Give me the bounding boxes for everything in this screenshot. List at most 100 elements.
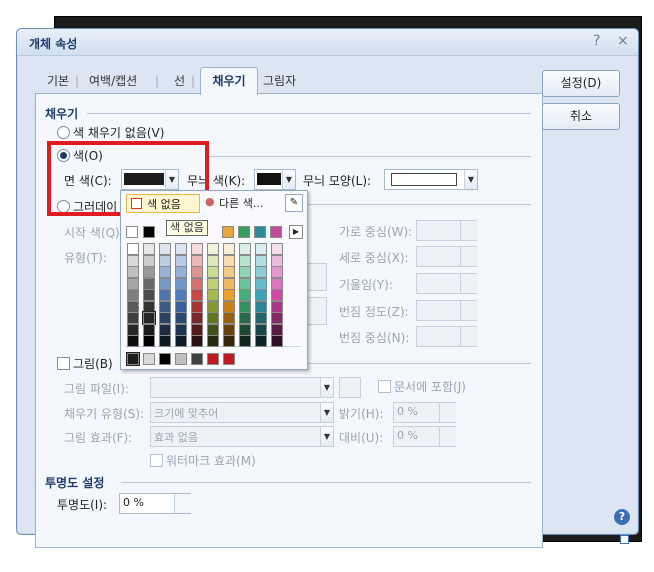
color-swatch[interactable] [127, 277, 139, 290]
color-swatch[interactable] [207, 266, 219, 278]
recent-color-swatch[interactable] [126, 352, 140, 366]
color-swatch[interactable] [271, 323, 283, 336]
color-swatch[interactable] [159, 300, 171, 313]
color-swatch[interactable] [143, 277, 155, 290]
transparency-input[interactable]: 0 % [119, 493, 191, 514]
color-swatch[interactable] [143, 243, 155, 255]
other-colors-button[interactable]: ● 다른 색... [203, 194, 273, 211]
color-swatch[interactable] [255, 243, 267, 255]
color-swatch[interactable] [143, 226, 155, 238]
recent-color-swatch[interactable] [223, 353, 235, 365]
color-swatch[interactable] [143, 266, 155, 278]
spread-input[interactable] [416, 300, 477, 321]
color-swatch[interactable] [175, 323, 187, 336]
color-swatch[interactable] [159, 312, 171, 324]
color-swatch[interactable] [126, 226, 138, 238]
h-center-input[interactable] [416, 220, 477, 241]
color-swatch[interactable] [223, 254, 235, 267]
folder-icon[interactable] [339, 377, 361, 398]
color-swatch[interactable] [255, 323, 267, 336]
color-swatch[interactable] [127, 300, 139, 313]
color-swatch[interactable] [127, 289, 139, 301]
color-swatch[interactable] [239, 335, 251, 347]
color-swatch[interactable] [175, 266, 187, 278]
color-swatch[interactable] [191, 323, 203, 336]
color-swatch[interactable] [159, 277, 171, 290]
recent-color-swatch[interactable] [159, 353, 171, 365]
color-swatch[interactable] [223, 266, 235, 278]
color-swatch[interactable] [255, 289, 267, 301]
color-swatch[interactable] [143, 335, 155, 347]
color-swatch[interactable] [127, 335, 139, 347]
cancel-button[interactable]: 취소 [542, 103, 620, 130]
color-swatch[interactable] [223, 277, 235, 290]
tab-line[interactable]: 선 [174, 70, 185, 92]
slope-input[interactable] [416, 273, 477, 294]
pattern-color-picker[interactable]: ▼ [254, 169, 296, 190]
color-swatch[interactable] [254, 226, 266, 238]
color-swatch[interactable] [159, 266, 171, 278]
color-swatch[interactable] [127, 266, 139, 278]
tab-shadow[interactable]: 그림자 [263, 70, 296, 92]
fill-type-select[interactable]: 크기에 맞추어 ▼ [150, 402, 334, 423]
color-swatch[interactable] [239, 266, 251, 278]
color-swatch[interactable] [127, 323, 139, 336]
color-swatch[interactable] [271, 254, 283, 267]
color-swatch[interactable] [191, 277, 203, 290]
color-swatch[interactable] [223, 312, 235, 324]
eyedropper-icon[interactable]: ✎ [285, 194, 303, 212]
color-swatch[interactable] [175, 312, 187, 324]
color-swatch[interactable] [143, 254, 155, 267]
color-swatch[interactable] [271, 312, 283, 324]
color-swatch[interactable] [191, 312, 203, 324]
tab-margin-caption[interactable]: 여백/캡션 [89, 70, 137, 92]
help-button-icon[interactable]: ? [614, 509, 630, 525]
color-swatch[interactable] [207, 277, 219, 290]
close-icon[interactable]: × [617, 33, 629, 49]
color-swatch[interactable] [223, 335, 235, 347]
color-swatch[interactable] [238, 226, 250, 238]
color-swatch[interactable] [175, 289, 187, 301]
color-swatch[interactable] [207, 335, 219, 347]
color-swatch[interactable] [207, 323, 219, 336]
color-swatch[interactable] [143, 323, 155, 336]
ok-button[interactable]: 설정(D) [542, 70, 620, 97]
include-doc-checkbox[interactable] [378, 380, 391, 393]
recent-color-swatch[interactable] [191, 353, 203, 365]
pattern-shape-select[interactable]: ▼ [384, 169, 478, 190]
color-swatch[interactable] [175, 243, 187, 255]
color-swatch[interactable] [191, 266, 203, 278]
color-swatch[interactable] [207, 300, 219, 313]
color-swatch[interactable] [223, 243, 235, 255]
v-center-input[interactable] [416, 246, 477, 267]
color-swatch[interactable] [271, 335, 283, 347]
picture-file-select[interactable]: ▼ [150, 377, 334, 398]
color-swatch[interactable] [143, 289, 155, 301]
palette-next-icon[interactable]: ▶ [289, 225, 303, 239]
color-swatch[interactable] [239, 312, 251, 324]
color-swatch[interactable] [175, 254, 187, 267]
color-swatch[interactable] [159, 323, 171, 336]
color-swatch[interactable] [271, 300, 283, 313]
color-swatch[interactable] [175, 300, 187, 313]
color-swatch[interactable] [255, 254, 267, 267]
color-swatch[interactable] [175, 277, 187, 290]
color-swatch[interactable] [271, 243, 283, 255]
color-swatch[interactable] [239, 243, 251, 255]
no-fill-radio[interactable] [57, 126, 70, 139]
tab-fill[interactable]: 채우기 [200, 67, 258, 95]
color-swatch[interactable] [223, 289, 235, 301]
color-swatch[interactable] [142, 311, 156, 325]
color-swatch[interactable] [191, 254, 203, 267]
color-swatch[interactable] [191, 289, 203, 301]
picture-effect-select[interactable]: 효과 없음 ▼ [150, 426, 334, 447]
recent-color-swatch[interactable] [143, 353, 155, 365]
no-color-button[interactable]: 색 없음 [126, 194, 200, 213]
tab-basic[interactable]: 기본 [47, 70, 69, 92]
color-swatch[interactable] [191, 243, 203, 255]
help-icon[interactable]: ? [593, 33, 600, 49]
color-swatch[interactable] [255, 335, 267, 347]
color-swatch[interactable] [239, 289, 251, 301]
color-swatch[interactable] [239, 254, 251, 267]
color-swatch[interactable] [143, 300, 155, 313]
